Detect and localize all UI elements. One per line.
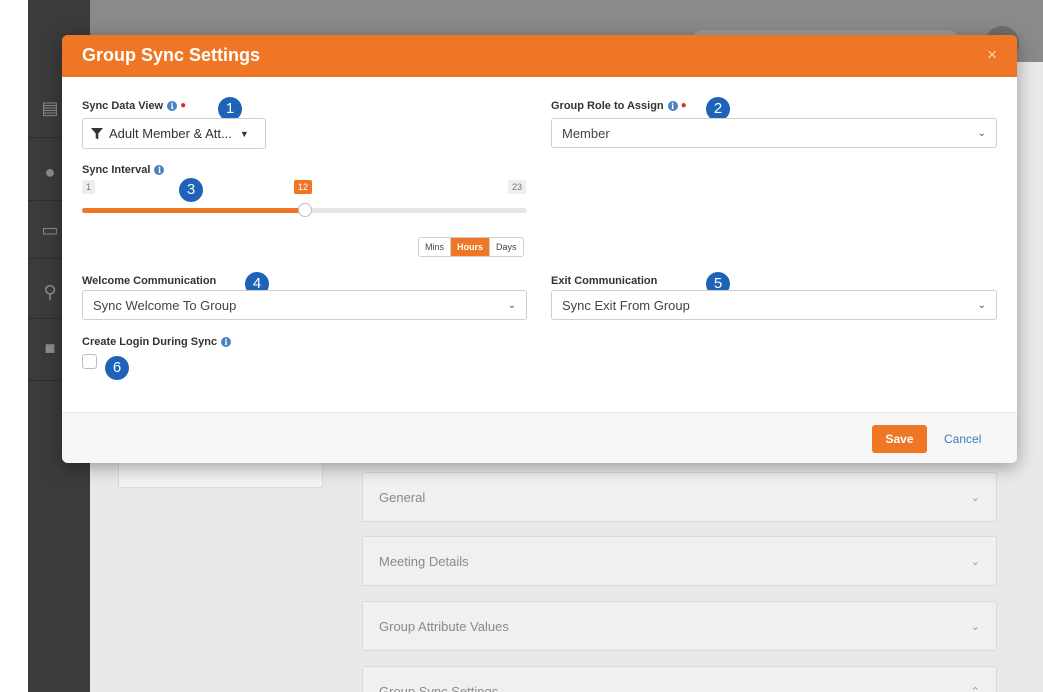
- panel-meeting-details[interactable]: Meeting Details ⌄: [362, 536, 997, 586]
- callout-badge-6: 6: [105, 356, 129, 380]
- wrench-icon[interactable]: ⚲: [40, 282, 60, 302]
- panel-group-attribute-values[interactable]: Group Attribute Values ⌄: [362, 601, 997, 651]
- person-icon[interactable]: ●: [40, 162, 60, 182]
- chevron-down-icon: ⌄: [970, 555, 980, 568]
- document-icon[interactable]: ▤: [40, 98, 60, 118]
- group-sync-settings-modal: Group Sync Settings × Sync Data View i ●…: [62, 35, 1017, 463]
- sync-data-view-label: Sync Data View i ●: [82, 100, 186, 112]
- panel-general[interactable]: General ⌄: [362, 472, 997, 522]
- label-text: Sync Interval: [82, 164, 151, 176]
- unit-mins-button[interactable]: Mins: [419, 238, 452, 256]
- chevron-down-icon: ⌄: [977, 127, 986, 139]
- label-text: Create Login During Sync: [82, 336, 218, 348]
- modal-title: Group Sync Settings: [82, 45, 261, 65]
- slider-fill: [82, 208, 305, 213]
- info-icon[interactable]: i: [667, 101, 678, 111]
- sync-data-view-picker[interactable]: Adult Member & Att... ▼: [82, 118, 266, 149]
- label-text: Sync Data View: [82, 100, 164, 112]
- info-icon[interactable]: i: [167, 101, 178, 111]
- info-icon[interactable]: i: [221, 337, 232, 347]
- group-role-select[interactable]: Member ⌄: [551, 118, 997, 148]
- chevron-down-icon: ⌄: [977, 299, 986, 311]
- close-icon[interactable]: ×: [987, 46, 997, 64]
- picker-value: Adult Member & Att...: [109, 126, 232, 141]
- cancel-button[interactable]: Cancel: [944, 432, 981, 446]
- chevron-up-icon: ⌃: [970, 685, 980, 692]
- left-strip: [0, 0, 28, 692]
- panel-title: Group Attribute Values: [379, 618, 509, 634]
- panel-title: Meeting Details: [379, 553, 469, 569]
- slider-min-label: 1: [82, 180, 96, 194]
- select-value: Member: [562, 125, 610, 141]
- save-button[interactable]: Save: [872, 425, 927, 453]
- callout-badge-3: 3: [179, 178, 203, 202]
- panel-group-sync-settings[interactable]: Group Sync Settings ⌃: [362, 666, 997, 692]
- info-icon[interactable]: i: [154, 165, 165, 175]
- exit-communication-label: Exit Communication: [551, 275, 657, 287]
- slider-max-label: 23: [508, 180, 527, 194]
- welcome-communication-label: Welcome Communication: [82, 275, 216, 287]
- caret-down-icon: ▼: [239, 128, 249, 139]
- label-text: Exit Communication: [551, 275, 658, 287]
- modal-header: Group Sync Settings ×: [62, 35, 1017, 77]
- briefcase-icon[interactable]: ■: [40, 338, 60, 358]
- slider-handle[interactable]: [298, 203, 312, 217]
- unit-hours-button[interactable]: Hours: [451, 238, 491, 256]
- select-value: Sync Welcome To Group: [93, 297, 237, 313]
- group-role-label: Group Role to Assign i ●: [551, 100, 687, 112]
- select-value: Sync Exit From Group: [562, 297, 690, 313]
- unit-days-button[interactable]: Days: [490, 238, 523, 256]
- create-login-checkbox[interactable]: [82, 354, 97, 369]
- required-indicator-icon: ●: [680, 100, 687, 111]
- required-indicator-icon: ●: [180, 100, 187, 111]
- chevron-down-icon: ⌄: [970, 491, 980, 504]
- create-login-label: Create Login During Sync i: [82, 336, 232, 348]
- panel-title: Group Sync Settings: [379, 683, 499, 692]
- chevron-down-icon: ⌄: [970, 620, 980, 633]
- slider-current-label: 12: [294, 180, 313, 194]
- exit-communication-select[interactable]: Sync Exit From Group ⌄: [551, 290, 997, 320]
- chevron-down-icon: ⌄: [507, 299, 516, 311]
- welcome-communication-select[interactable]: Sync Welcome To Group ⌄: [82, 290, 527, 320]
- panel-title: General: [379, 489, 426, 505]
- label-text: Group Role to Assign: [551, 100, 664, 112]
- money-icon[interactable]: ▭: [40, 220, 60, 240]
- filter-icon: [91, 127, 103, 139]
- label-text: Welcome Communication: [82, 275, 217, 287]
- interval-unit-toggle: Mins Hours Days: [418, 237, 524, 257]
- sync-interval-label: Sync Interval i: [82, 164, 165, 176]
